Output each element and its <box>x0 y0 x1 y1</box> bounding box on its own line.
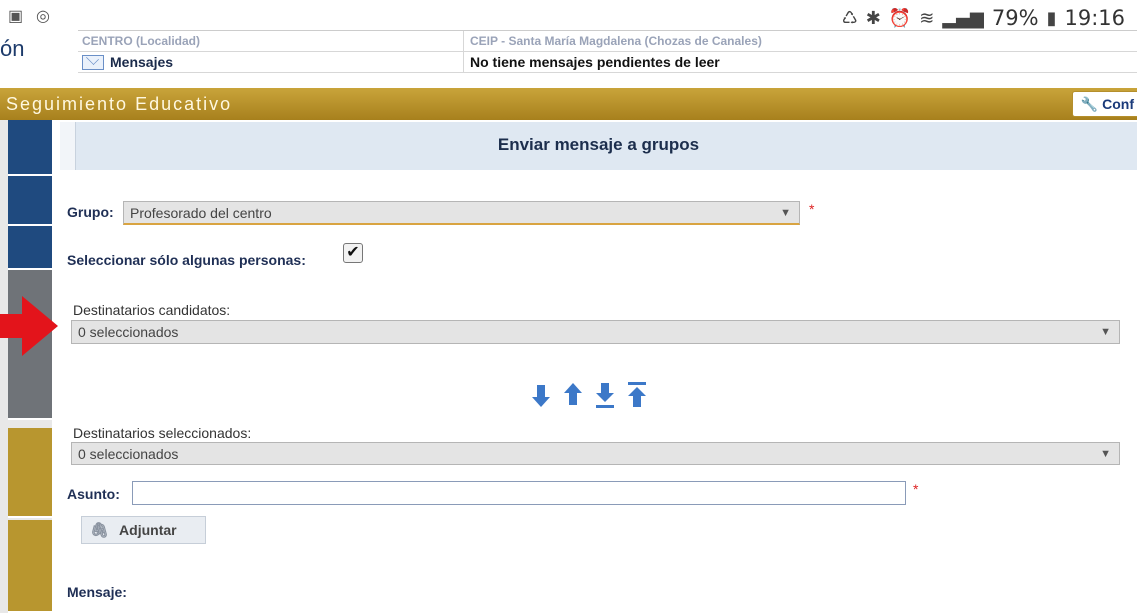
group-label: Grupo: <box>67 204 114 220</box>
selected-label: Destinatarios seleccionados: <box>73 425 252 441</box>
info-row-centro: CENTRO (Localidad) CEIP - Santa María Ma… <box>78 31 1137 52</box>
red-arrow-annotation <box>0 296 58 356</box>
candidates-select[interactable]: 0 seleccionados ▼ <box>71 320 1120 344</box>
mail-icon <box>82 54 104 70</box>
attach-label: Adjuntar <box>119 522 177 538</box>
wrench-icon: 🔧 <box>1080 95 1099 112</box>
header-info-table: CENTRO (Localidad) CEIP - Santa María Ma… <box>78 30 1137 73</box>
sidebar-item-6[interactable] <box>8 520 52 613</box>
mensajes-value: No tiene mensajes pendientes de leer <box>463 52 1137 72</box>
mensajes-label[interactable]: Mensajes <box>110 54 173 70</box>
bluetooth-icon: ✱ <box>865 7 881 29</box>
move-to-bottom-icon[interactable] <box>596 381 614 409</box>
top-bar: Seguimiento Educativo 🔧 Conf <box>0 88 1137 120</box>
move-up-icon[interactable] <box>564 381 582 409</box>
select-some-label: Seleccionar sólo algunas personas: <box>67 252 306 268</box>
app-title: Seguimiento Educativo <box>6 94 233 114</box>
info-row-mensajes[interactable]: Mensajes No tiene mensajes pendientes de… <box>78 52 1137 73</box>
sidebar-item-1[interactable] <box>8 120 52 176</box>
required-mark: * <box>809 201 815 217</box>
group-select-value: Profesorado del centro <box>130 204 272 221</box>
move-down-icon[interactable] <box>532 381 550 409</box>
dropdown-arrow-icon: ▼ <box>780 206 791 219</box>
config-button[interactable]: 🔧 Conf <box>1071 91 1137 117</box>
config-label: Conf <box>1102 96 1134 112</box>
subject-input[interactable] <box>132 481 906 505</box>
message-label: Mensaje: <box>67 584 127 600</box>
sidebar <box>0 120 52 613</box>
subject-label: Asunto: <box>67 486 120 502</box>
move-to-top-icon[interactable] <box>628 381 646 409</box>
clock: 19:16 <box>1064 6 1125 30</box>
gallery-notification-icon: ▣ <box>8 8 24 25</box>
panel-header: Enviar mensaje a grupos <box>60 122 1137 170</box>
move-buttons <box>532 381 646 409</box>
battery-level: 79% <box>991 6 1039 30</box>
recycle-icon: ♺ <box>841 7 858 29</box>
centro-value: CEIP - Santa María Magdalena (Chozas de … <box>463 31 1137 51</box>
wifi-icon: ≋ <box>919 7 935 29</box>
centro-label: CENTRO (Localidad) <box>82 34 201 48</box>
dropdown-arrow-icon: ▼ <box>1100 447 1111 460</box>
subject-required-mark: * <box>913 481 919 497</box>
group-select[interactable]: Profesorado del centro ▼ <box>123 201 800 225</box>
paperclip-icon: 🖇 <box>90 522 110 539</box>
selected-select-value: 0 seleccionados <box>78 445 179 462</box>
signal-icon: ▂▄▆ <box>942 7 984 29</box>
brand-fragment: ón <box>0 36 25 61</box>
attach-button[interactable]: 🖇 Adjuntar <box>81 516 206 544</box>
sidebar-item-5[interactable] <box>8 428 52 518</box>
candidates-label: Destinatarios candidatos: <box>73 302 231 318</box>
candidates-select-value: 0 seleccionados <box>78 324 179 340</box>
panel-title: Enviar mensaje a grupos <box>497 135 700 154</box>
sidebar-item-2[interactable] <box>8 176 52 226</box>
sync-notification-icon: ◎ <box>36 8 50 25</box>
sidebar-item-3[interactable] <box>8 226 52 270</box>
select-some-checkbox[interactable]: ✔ <box>343 243 363 263</box>
dropdown-arrow-icon: ▼ <box>1100 326 1111 338</box>
battery-icon: ▮ <box>1046 7 1057 29</box>
selected-select[interactable]: 0 seleccionados ▼ <box>71 442 1120 465</box>
alarm-icon: ⏰ <box>888 7 912 29</box>
